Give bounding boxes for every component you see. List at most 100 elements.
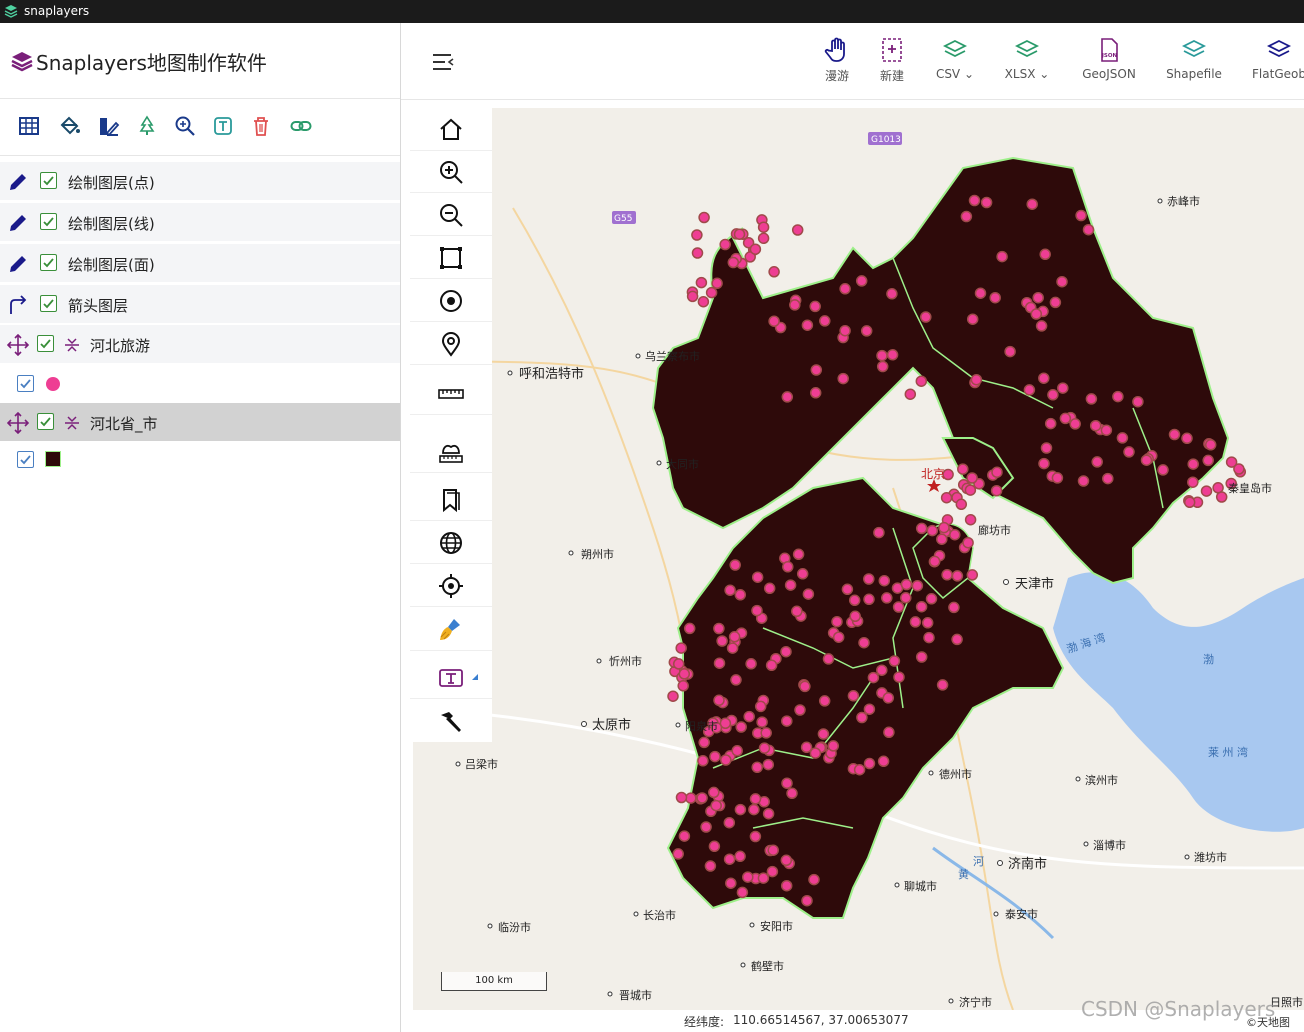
tourism-point[interactable] bbox=[1056, 275, 1068, 288]
geojson-import-button[interactable]: JSON GeoJSON bbox=[1079, 37, 1139, 93]
collapse-icon[interactable] bbox=[63, 414, 81, 432]
tourism-point[interactable] bbox=[949, 528, 961, 541]
tourism-point[interactable] bbox=[925, 593, 938, 605]
tourism-point[interactable] bbox=[863, 757, 876, 770]
zoom-in-icon[interactable] bbox=[174, 115, 196, 137]
tourism-point[interactable] bbox=[964, 513, 977, 526]
layer-item-draw-point[interactable]: 绘制图层(点) bbox=[0, 162, 400, 200]
tourism-point[interactable] bbox=[734, 850, 746, 863]
tourism-point[interactable] bbox=[698, 211, 710, 224]
tourism-point[interactable] bbox=[781, 715, 793, 727]
tourism-point[interactable] bbox=[697, 755, 709, 767]
tourism-point[interactable] bbox=[726, 642, 739, 654]
tourism-point[interactable] bbox=[911, 579, 924, 592]
move-icon[interactable] bbox=[7, 412, 29, 434]
tourism-point[interactable] bbox=[1168, 428, 1181, 441]
tourism-point[interactable] bbox=[962, 536, 974, 549]
tourism-point[interactable] bbox=[800, 741, 813, 754]
arrow-turn-icon[interactable] bbox=[7, 294, 29, 316]
tourism-point[interactable] bbox=[1069, 418, 1081, 430]
tourism-point[interactable] bbox=[1200, 485, 1213, 497]
tourism-point[interactable] bbox=[936, 679, 949, 691]
tourism-point[interactable] bbox=[966, 472, 978, 484]
tourism-point[interactable] bbox=[696, 792, 708, 804]
tourism-point[interactable] bbox=[734, 589, 747, 601]
tourism-point[interactable] bbox=[796, 568, 809, 580]
tourism-point[interactable] bbox=[860, 325, 873, 337]
tourism-point[interactable] bbox=[763, 582, 776, 595]
tourism-point[interactable] bbox=[881, 592, 893, 604]
tourism-point[interactable] bbox=[951, 633, 963, 646]
layer-visibility-checkbox[interactable] bbox=[40, 254, 57, 271]
tourism-point[interactable] bbox=[720, 754, 732, 766]
tourism-point[interactable] bbox=[817, 728, 830, 740]
tourism-point[interactable] bbox=[1116, 432, 1129, 444]
tourism-point[interactable] bbox=[683, 622, 696, 635]
tourism-point[interactable] bbox=[926, 524, 939, 537]
tourism-point[interactable] bbox=[883, 726, 895, 739]
tourism-point[interactable] bbox=[1026, 198, 1038, 210]
polygon-symbol-swatch[interactable] bbox=[45, 451, 61, 467]
tourism-point[interactable] bbox=[915, 522, 928, 535]
tourism-point[interactable] bbox=[1183, 496, 1196, 509]
tourism-point[interactable] bbox=[725, 877, 737, 889]
tourism-point[interactable] bbox=[832, 631, 845, 643]
tourism-point[interactable] bbox=[789, 299, 801, 311]
tourism-point[interactable] bbox=[837, 372, 849, 385]
tourism-point[interactable] bbox=[723, 816, 736, 829]
tourism-point[interactable] bbox=[751, 761, 763, 774]
new-button[interactable]: 新建 bbox=[862, 37, 922, 93]
tree-icon[interactable] bbox=[136, 115, 158, 137]
tourism-point[interactable] bbox=[766, 865, 779, 878]
text-tool-button[interactable] bbox=[410, 656, 492, 699]
tourism-point[interactable] bbox=[667, 690, 679, 702]
tourism-point[interactable] bbox=[990, 484, 1003, 497]
tourism-point[interactable] bbox=[799, 680, 811, 693]
tourism-point[interactable] bbox=[928, 555, 941, 568]
tourism-point[interactable] bbox=[672, 848, 684, 860]
tourism-point[interactable] bbox=[724, 584, 736, 596]
tourism-point[interactable] bbox=[1038, 457, 1050, 470]
pencil-icon[interactable] bbox=[7, 171, 29, 193]
tourism-point[interactable] bbox=[1212, 482, 1224, 494]
tourism-point[interactable] bbox=[784, 579, 797, 591]
shapefile-import-button[interactable]: Shapefile bbox=[1164, 37, 1224, 93]
tourism-point[interactable] bbox=[936, 533, 948, 545]
tourism-point[interactable] bbox=[904, 388, 917, 400]
tourism-point[interactable] bbox=[751, 604, 763, 617]
tourism-point[interactable] bbox=[1140, 454, 1153, 466]
tourism-point[interactable] bbox=[863, 593, 875, 606]
tourism-point[interactable] bbox=[1075, 209, 1087, 222]
tourism-point[interactable] bbox=[964, 484, 977, 496]
tourism-point[interactable] bbox=[708, 840, 721, 853]
tourism-point[interactable] bbox=[1057, 382, 1069, 394]
tourism-point[interactable] bbox=[719, 238, 731, 251]
tourism-point[interactable] bbox=[991, 466, 1003, 478]
tourism-point[interactable] bbox=[757, 232, 770, 245]
tourism-point[interactable] bbox=[730, 674, 742, 686]
tourism-point[interactable] bbox=[1082, 223, 1095, 236]
tourism-point[interactable] bbox=[802, 588, 815, 600]
tourism-point[interactable] bbox=[678, 830, 691, 842]
tourism-point[interactable] bbox=[847, 690, 860, 702]
tourism-point[interactable] bbox=[735, 721, 747, 733]
flatgeobuf-import-button[interactable]: FlatGeob bbox=[1249, 37, 1304, 93]
tourism-point[interactable] bbox=[878, 574, 891, 587]
tourism-point[interactable] bbox=[1089, 419, 1102, 432]
layer-visibility-checkbox[interactable] bbox=[37, 335, 54, 352]
tourism-point[interactable] bbox=[698, 736, 710, 749]
tourism-point[interactable] bbox=[749, 793, 762, 805]
tourism-point[interactable] bbox=[867, 671, 880, 684]
tourism-point[interactable] bbox=[966, 313, 979, 325]
tourism-point[interactable] bbox=[818, 695, 831, 707]
tourism-point[interactable] bbox=[791, 224, 804, 236]
tourism-point[interactable] bbox=[957, 463, 969, 475]
target-button[interactable] bbox=[410, 279, 492, 322]
tourism-point[interactable] bbox=[974, 287, 987, 299]
tourism-point[interactable] bbox=[1157, 464, 1169, 476]
basemap-button[interactable] bbox=[410, 521, 492, 564]
tourism-point[interactable] bbox=[980, 196, 993, 209]
tourism-point[interactable] bbox=[728, 631, 741, 643]
tourism-point[interactable] bbox=[792, 548, 805, 561]
tourism-point[interactable] bbox=[713, 657, 726, 669]
